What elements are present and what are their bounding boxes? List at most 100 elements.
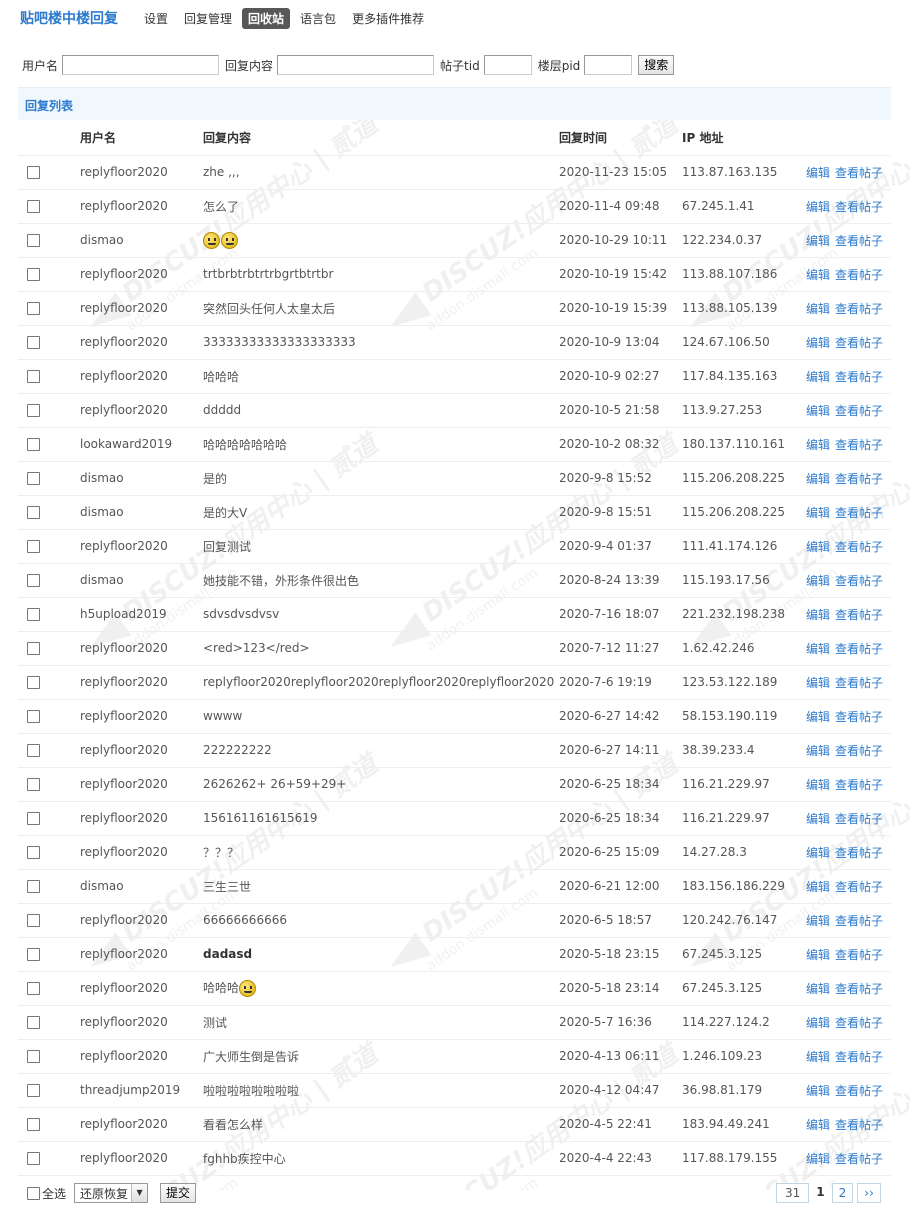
row-checkbox[interactable] [27,1016,40,1029]
view-thread-link[interactable]: 查看帖子 [835,914,883,928]
edit-link[interactable]: 编辑 [806,710,830,724]
edit-link[interactable]: 编辑 [806,540,830,554]
view-thread-link[interactable]: 查看帖子 [835,302,883,316]
row-checkbox[interactable] [27,710,40,723]
row-checkbox[interactable] [27,234,40,247]
row-checkbox[interactable] [27,1118,40,1131]
row-checkbox[interactable] [27,982,40,995]
edit-link[interactable]: 编辑 [806,846,830,860]
edit-link[interactable]: 编辑 [806,914,830,928]
row-checkbox[interactable] [27,1050,40,1063]
edit-link[interactable]: 编辑 [806,404,830,418]
edit-link[interactable]: 编辑 [806,1016,830,1030]
row-checkbox[interactable] [27,642,40,655]
row-checkbox[interactable] [27,438,40,451]
edit-link[interactable]: 编辑 [806,676,830,690]
edit-link[interactable]: 编辑 [806,506,830,520]
row-checkbox[interactable] [27,336,40,349]
action-select[interactable]: 还原恢复 ▼ [74,1183,149,1203]
edit-link[interactable]: 编辑 [806,472,830,486]
edit-link[interactable]: 编辑 [806,1084,830,1098]
row-checkbox[interactable] [27,778,40,791]
edit-link[interactable]: 编辑 [806,166,830,180]
view-thread-link[interactable]: 查看帖子 [835,642,883,656]
search-button[interactable]: 搜索 [638,55,675,75]
row-checkbox[interactable] [27,370,40,383]
row-checkbox[interactable] [27,404,40,417]
row-checkbox[interactable] [27,1084,40,1097]
view-thread-link[interactable]: 查看帖子 [835,1118,883,1132]
row-checkbox[interactable] [27,608,40,621]
row-checkbox[interactable] [27,914,40,927]
view-thread-link[interactable]: 查看帖子 [835,880,883,894]
edit-link[interactable]: 编辑 [806,608,830,622]
view-thread-link[interactable]: 查看帖子 [835,336,883,350]
nav-language-pack[interactable]: 语言包 [294,8,342,29]
select-all-label[interactable]: 全选 [42,1185,66,1202]
edit-link[interactable]: 编辑 [806,302,830,316]
pid-input[interactable] [584,55,633,75]
edit-link[interactable]: 编辑 [806,744,830,758]
row-checkbox[interactable] [27,166,40,179]
edit-link[interactable]: 编辑 [806,982,830,996]
edit-link[interactable]: 编辑 [806,1118,830,1132]
view-thread-link[interactable]: 查看帖子 [835,948,883,962]
nav-recycle-bin[interactable]: 回收站 [242,7,291,29]
view-thread-link[interactable]: 查看帖子 [835,744,883,758]
page-2-link[interactable]: 2 [831,1183,854,1203]
edit-link[interactable]: 编辑 [806,370,830,384]
select-all-checkbox[interactable] [27,1186,40,1200]
edit-link[interactable]: 编辑 [806,812,830,826]
view-thread-link[interactable]: 查看帖子 [835,234,883,248]
row-checkbox[interactable] [27,506,40,519]
view-thread-link[interactable]: 查看帖子 [835,812,883,826]
row-checkbox[interactable] [27,540,40,553]
nav-more-plugins[interactable]: 更多插件推荐 [346,8,430,29]
row-checkbox[interactable] [27,1152,40,1165]
view-thread-link[interactable]: 查看帖子 [835,1152,883,1166]
row-checkbox[interactable] [27,574,40,587]
edit-link[interactable]: 编辑 [806,1152,830,1166]
row-checkbox[interactable] [27,268,40,281]
row-checkbox[interactable] [27,676,40,689]
view-thread-link[interactable]: 查看帖子 [835,676,883,690]
edit-link[interactable]: 编辑 [806,234,830,248]
edit-link[interactable]: 编辑 [806,574,830,588]
view-thread-link[interactable]: 查看帖子 [835,710,883,724]
row-checkbox[interactable] [27,948,40,961]
edit-link[interactable]: 编辑 [806,948,830,962]
edit-link[interactable]: 编辑 [806,438,830,452]
content-input[interactable] [277,55,435,75]
view-thread-link[interactable]: 查看帖子 [835,778,883,792]
nav-reply-manage[interactable]: 回复管理 [178,8,238,29]
edit-link[interactable]: 编辑 [806,880,830,894]
edit-link[interactable]: 编辑 [806,778,830,792]
row-checkbox[interactable] [27,846,40,859]
view-thread-link[interactable]: 查看帖子 [835,472,883,486]
view-thread-link[interactable]: 查看帖子 [835,574,883,588]
row-checkbox[interactable] [27,880,40,893]
next-page-icon[interactable]: ›› [857,1183,881,1203]
edit-link[interactable]: 编辑 [806,268,830,282]
view-thread-link[interactable]: 查看帖子 [835,438,883,452]
view-thread-link[interactable]: 查看帖子 [835,506,883,520]
edit-link[interactable]: 编辑 [806,642,830,656]
tid-input[interactable] [483,55,532,75]
username-input[interactable] [62,55,220,75]
view-thread-link[interactable]: 查看帖子 [835,1016,883,1030]
view-thread-link[interactable]: 查看帖子 [835,1084,883,1098]
view-thread-link[interactable]: 查看帖子 [835,268,883,282]
row-checkbox[interactable] [27,812,40,825]
view-thread-link[interactable]: 查看帖子 [835,404,883,418]
row-checkbox[interactable] [27,744,40,757]
edit-link[interactable]: 编辑 [806,1050,830,1064]
edit-link[interactable]: 编辑 [806,200,830,214]
submit-button[interactable]: 提交 [160,1183,197,1203]
row-checkbox[interactable] [27,472,40,485]
row-checkbox[interactable] [27,200,40,213]
nav-settings[interactable]: 设置 [138,8,174,29]
view-thread-link[interactable]: 查看帖子 [835,540,883,554]
view-thread-link[interactable]: 查看帖子 [835,1050,883,1064]
view-thread-link[interactable]: 查看帖子 [835,370,883,384]
edit-link[interactable]: 编辑 [806,336,830,350]
